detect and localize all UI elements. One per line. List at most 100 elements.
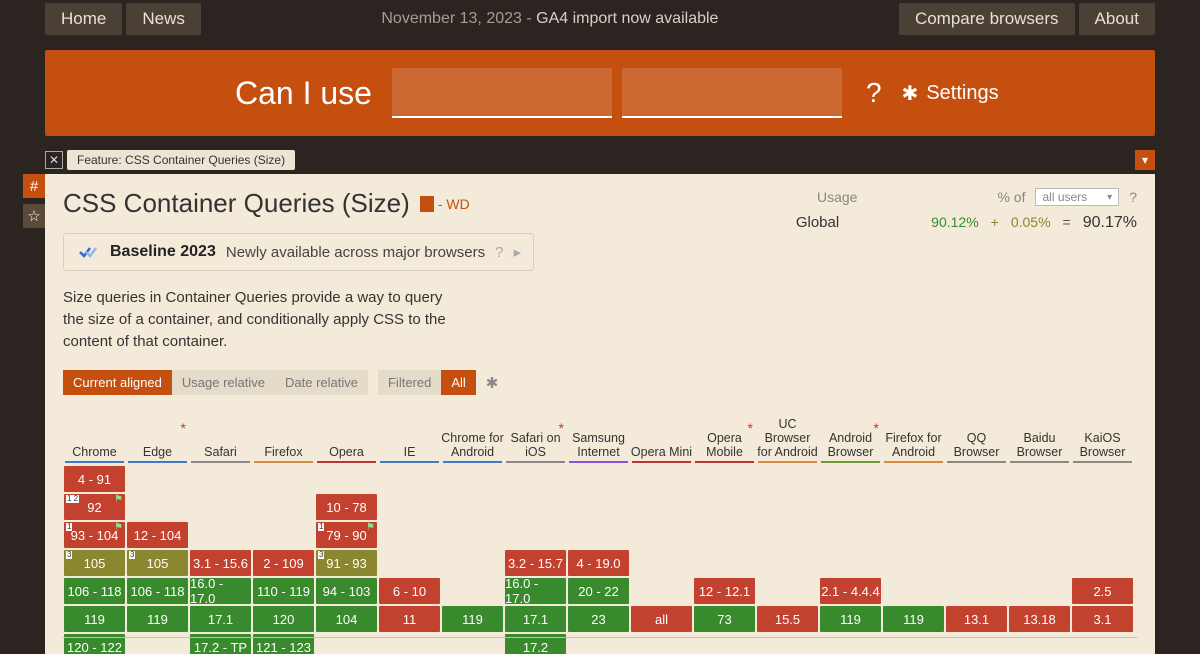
hash-badge[interactable]: #: [23, 174, 45, 198]
support-cell: [379, 494, 440, 520]
support-cell[interactable]: 3.2 - 15.7: [505, 550, 566, 576]
mode-filtered[interactable]: Filtered: [378, 370, 441, 395]
feature-tab[interactable]: Feature: CSS Container Queries (Size): [67, 150, 295, 170]
support-cell: [883, 522, 944, 548]
close-tab-button[interactable]: ✕: [45, 151, 63, 169]
mode-all[interactable]: All: [441, 370, 475, 395]
browser-header[interactable]: Opera: [315, 409, 378, 463]
support-cell: [568, 494, 629, 520]
announcement[interactable]: November 13, 2023 - GA4 import now avail…: [381, 10, 718, 28]
support-cell[interactable]: 11: [379, 606, 440, 632]
support-cell[interactable]: 17.1: [505, 606, 566, 632]
support-cell[interactable]: 6 - 10: [379, 578, 440, 604]
support-cell: [631, 494, 692, 520]
browser-header[interactable]: Android Browser*: [819, 409, 882, 463]
compare-button[interactable]: Compare browsers: [899, 3, 1075, 35]
mode-date-relative[interactable]: Date relative: [275, 370, 368, 395]
search-input-2[interactable]: [622, 68, 842, 118]
support-cell[interactable]: 13.1: [946, 606, 1007, 632]
support-cell: [1072, 522, 1133, 548]
browser-header[interactable]: QQ Browser: [945, 409, 1008, 463]
support-cell[interactable]: 2 - 109: [253, 550, 314, 576]
support-cell[interactable]: 10 - 78: [316, 494, 377, 520]
support-cell[interactable]: 12 - 104: [127, 522, 188, 548]
browser-header[interactable]: Baidu Browser: [1008, 409, 1071, 463]
star-badge[interactable]: ☆: [23, 204, 45, 228]
browser-header[interactable]: Opera Mini: [630, 409, 693, 463]
mode-settings-icon[interactable]: ✱: [486, 374, 499, 392]
support-cell[interactable]: 110 - 119: [253, 578, 314, 604]
support-cell[interactable]: 120: [253, 606, 314, 632]
support-cell[interactable]: 193 - 104⚑: [64, 522, 125, 548]
support-cell[interactable]: 73: [694, 606, 755, 632]
support-cell[interactable]: 94 - 103: [316, 578, 377, 604]
support-cell[interactable]: 2.5: [1072, 578, 1133, 604]
support-cell: [442, 494, 503, 520]
browser-header[interactable]: Chrome: [63, 409, 126, 463]
support-cell[interactable]: 119: [820, 606, 881, 632]
support-cell: [568, 466, 629, 492]
support-cell[interactable]: 391 - 93: [316, 550, 377, 576]
support-cell[interactable]: 16.0 - 17.0: [190, 578, 251, 604]
support-cell[interactable]: 119: [127, 606, 188, 632]
support-cell[interactable]: 13.18: [1009, 606, 1070, 632]
filter-icon[interactable]: ▾: [1135, 150, 1155, 170]
usage-help-icon[interactable]: ?: [1129, 189, 1137, 205]
announcement-link[interactable]: GA4 import now available: [536, 10, 718, 27]
support-cell[interactable]: 119: [883, 606, 944, 632]
browser-header[interactable]: Chrome for Android: [441, 409, 504, 463]
support-cell[interactable]: 4 - 19.0: [568, 550, 629, 576]
support-cell[interactable]: 119: [64, 606, 125, 632]
spec-badge[interactable]: - WD: [420, 196, 470, 212]
support-cell[interactable]: 16.0 - 17.0: [505, 578, 566, 604]
baseline-feedback-icon[interactable]: ▸: [513, 243, 521, 261]
support-cell[interactable]: 3105: [64, 550, 125, 576]
home-button[interactable]: Home: [45, 3, 122, 35]
news-button[interactable]: News: [126, 3, 201, 35]
search-input[interactable]: [392, 68, 612, 118]
support-cell[interactable]: 2.1 - 4.4.4: [820, 578, 881, 604]
support-cell[interactable]: 15.5: [757, 606, 818, 632]
support-cell[interactable]: 20 - 22: [568, 578, 629, 604]
mode-current-aligned[interactable]: Current aligned: [63, 370, 172, 395]
support-cell[interactable]: 23: [568, 606, 629, 632]
browser-header[interactable]: IE: [378, 409, 441, 463]
support-cell[interactable]: 3105: [127, 550, 188, 576]
support-cell[interactable]: 106 - 118: [64, 578, 125, 604]
support-cell: [757, 466, 818, 492]
browser-header[interactable]: Safari: [189, 409, 252, 463]
content: CSS Container Queries (Size) - WD Usage …: [45, 174, 1155, 654]
baseline-box[interactable]: Baseline 2023 Newly available across maj…: [63, 233, 534, 271]
browser-header[interactable]: Opera Mobile*: [693, 409, 756, 463]
hero-title: Can I use: [235, 75, 372, 112]
baseline-help-icon[interactable]: ?: [495, 244, 503, 261]
support-cell[interactable]: 3.1 - 15.6: [190, 550, 251, 576]
support-cell[interactable]: 3.1: [1072, 606, 1133, 632]
browser-header[interactable]: UC Browser for Android: [756, 409, 819, 463]
help-icon[interactable]: ?: [866, 77, 882, 109]
support-cell[interactable]: 104: [316, 606, 377, 632]
settings-button[interactable]: ✱ Settings: [902, 81, 999, 106]
browser-header[interactable]: Samsung Internet: [567, 409, 630, 463]
support-cell: [946, 466, 1007, 492]
browser-header[interactable]: Firefox: [252, 409, 315, 463]
browser-header[interactable]: KaiOS Browser: [1071, 409, 1134, 463]
support-cell[interactable]: 12 - 12.1: [694, 578, 755, 604]
usage-total-pct: 90.17%: [1083, 214, 1137, 232]
usage-scope-select[interactable]: all users ▾: [1035, 188, 1119, 206]
support-cell[interactable]: 1 292⚑: [64, 494, 125, 520]
about-button[interactable]: About: [1079, 3, 1155, 35]
browser-header[interactable]: Edge*: [126, 409, 189, 463]
support-cell[interactable]: 4 - 91: [64, 466, 125, 492]
support-cell[interactable]: 17.1: [190, 606, 251, 632]
support-cell[interactable]: 119: [442, 606, 503, 632]
browser-header[interactable]: Safari on iOS*: [504, 409, 567, 463]
browser-header[interactable]: Firefox for Android: [882, 409, 945, 463]
current-version-line: [63, 637, 1137, 638]
support-cell: [757, 494, 818, 520]
mode-usage-relative[interactable]: Usage relative: [172, 370, 275, 395]
support-cell[interactable]: all: [631, 606, 692, 632]
support-cell[interactable]: 106 - 118: [127, 578, 188, 604]
support-cell: [442, 550, 503, 576]
support-cell[interactable]: 179 - 90⚑: [316, 522, 377, 548]
